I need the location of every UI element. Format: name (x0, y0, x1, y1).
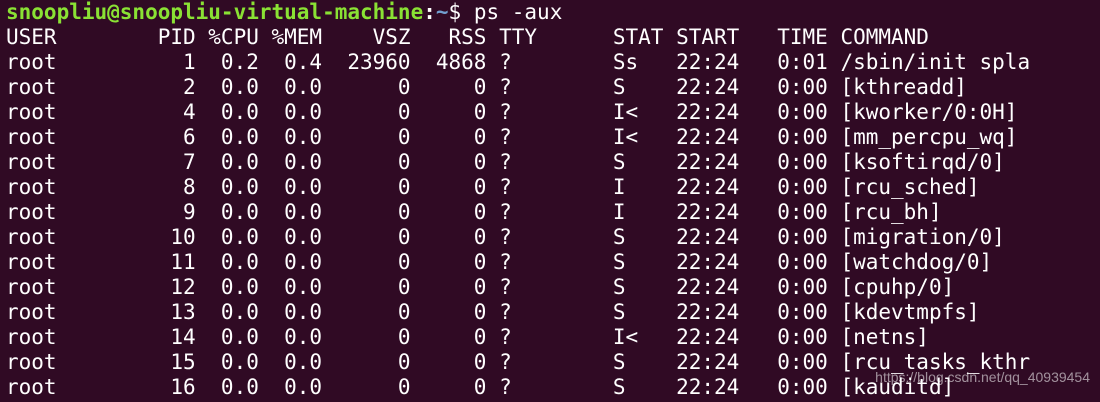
process-row: root 6 0.0 0.0 0 0 ? I< 22:24 0:00 [mm_p… (6, 125, 1018, 149)
prompt-user-host: snoopliu@snoopliu-virtual-machine (6, 0, 424, 24)
ps-header-line: USER PID %CPU %MEM VSZ RSS TTY STAT STAR… (6, 25, 929, 49)
process-row: root 13 0.0 0.0 0 0 ? S 22:24 0:00 [kdev… (6, 300, 980, 324)
process-row: root 11 0.0 0.0 0 0 ? S 22:24 0:00 [watc… (6, 250, 993, 274)
prompt-line: snoopliu@snoopliu-virtual-machine:~$ ps … (6, 0, 1100, 25)
process-row: root 4 0.0 0.0 0 0 ? I< 22:24 0:00 [kwor… (6, 100, 1018, 124)
process-row: root 2 0.0 0.0 0 0 ? S 22:24 0:00 [kthre… (6, 75, 967, 99)
prompt-path: ~ (435, 0, 449, 24)
process-row: root 14 0.0 0.0 0 0 ? I< 22:24 0:00 [net… (6, 325, 929, 349)
process-row: root 10 0.0 0.0 0 0 ? S 22:24 0:00 [migr… (6, 225, 1005, 249)
process-row: root 12 0.0 0.0 0 0 ? S 22:24 0:00 [cpuh… (6, 275, 955, 299)
prompt-separator: : (423, 0, 436, 24)
terminal-window[interactable]: snoopliu@snoopliu-virtual-machine:~$ ps … (0, 0, 1100, 402)
process-row: root 1 0.2 0.4 23960 4868 ? Ss 22:24 0:0… (6, 50, 1031, 74)
watermark: https://blog.csdn.net/qq_40939454 (875, 369, 1090, 385)
process-row: root 7 0.0 0.0 0 0 ? S 22:24 0:00 [ksoft… (6, 150, 1005, 174)
process-row: root 9 0.0 0.0 0 0 ? I 22:24 0:00 [rcu_b… (6, 200, 942, 224)
command-text: ps -aux (473, 0, 563, 24)
prompt-dollar: $ (448, 0, 474, 24)
process-row: root 8 0.0 0.0 0 0 ? I 22:24 0:00 [rcu_s… (6, 175, 980, 199)
